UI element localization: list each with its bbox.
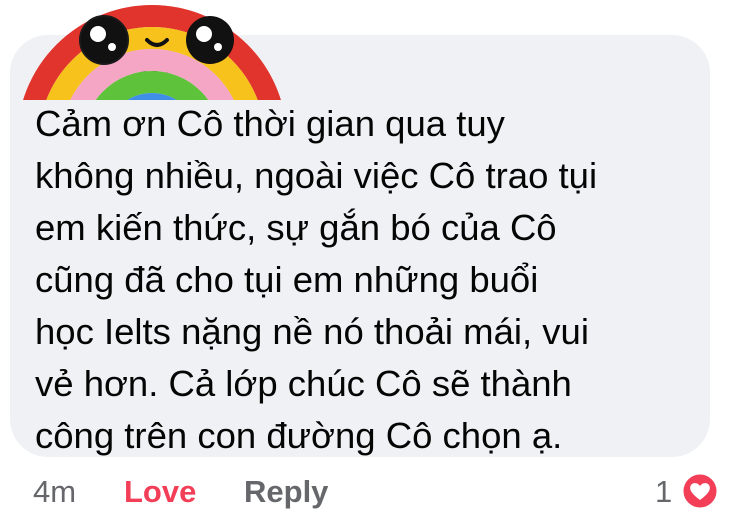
love-reaction-button[interactable]: Love <box>124 474 196 510</box>
right-eye <box>186 16 234 64</box>
comment-line: Cảm ơn Cô thời gian qua tuy <box>35 103 505 144</box>
comment-line: cũng đã cho tụi em những buổi <box>35 259 539 300</box>
comment-line: em kiến thức, sự gắn bó của Cô <box>35 207 557 248</box>
heart-icon[interactable] <box>680 471 720 511</box>
comment-line: không nhiều, ngoài việc Cô trao tụi <box>35 155 598 196</box>
reaction-count[interactable]: 1 <box>655 474 672 510</box>
comment-line: công trên con đường Cô chọn ạ. <box>35 415 563 456</box>
rainbow-sticker-icon <box>22 0 282 100</box>
comment-line: vẻ hơn. Cả lớp chúc Cô sẽ thành <box>35 363 572 404</box>
comment-line: học Ielts nặng nề nó thoải mái, vui <box>35 311 589 352</box>
reply-button[interactable]: Reply <box>244 474 328 510</box>
comment-screen: Ki Cảm ơn Cô thời gian qua tuy không nhi… <box>0 0 750 530</box>
comment-body: Cảm ơn Cô thời gian qua tuy không nhiều,… <box>35 98 705 462</box>
left-eye <box>79 15 129 65</box>
comment-actions-bar: 4m Love Reply 1 <box>0 468 750 518</box>
comment-timestamp[interactable]: 4m <box>33 474 76 510</box>
